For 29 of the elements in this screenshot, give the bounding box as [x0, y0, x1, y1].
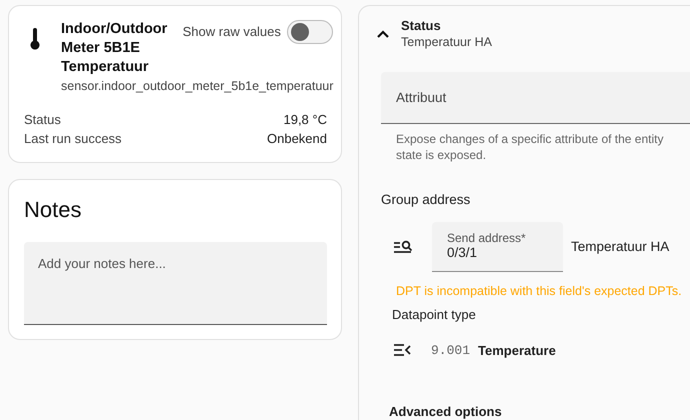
entity-name: Temperatuur: [61, 58, 150, 77]
warning-text: DPT is incompatible with this field's expected DPTs.: [396, 283, 683, 300]
panel-title: Status: [401, 18, 442, 34]
attribute-value: 19,8 °C: [283, 110, 327, 129]
list-arrow-icon[interactable]: [393, 343, 411, 358]
toggle-label: Show raw values: [182, 23, 281, 41]
toggle-switch[interactable]: [287, 20, 334, 44]
entity-id: sensor.indoor_outdoor_meter_5b1e_temperatuur: [61, 78, 334, 95]
entity-name: Meter 5B1E: [61, 39, 141, 58]
thermometer-icon: [30, 28, 40, 50]
dpt-name: Temperature: [478, 342, 556, 360]
attribute-label: Last run success: [24, 130, 122, 148]
helper-text: Expose changes of a specific attribute of the entity: [395, 131, 664, 147]
list-search-icon[interactable]: [393, 240, 413, 254]
chevron-up-icon[interactable]: [377, 30, 389, 38]
helper-text: state is exposed.: [395, 147, 488, 163]
panel-subtitle: Temperatuur HA: [401, 34, 492, 50]
entity-name: Indoor/Outdoor: [61, 20, 168, 39]
dpt-code: 9.001: [431, 342, 470, 360]
section-label: Group address: [381, 191, 472, 209]
attribute-field[interactable]: Attribuut: [381, 72, 690, 124]
attribute-value: Onbekend: [267, 130, 327, 148]
group-address-name: Temperatuur HA: [571, 238, 670, 256]
send-address-field[interactable]: Send address* 0/3/1: [432, 222, 563, 272]
notes-field[interactable]: Add your notes here...: [24, 242, 327, 325]
attribute-label: Status: [24, 110, 61, 129]
card-title: Notes: [24, 196, 82, 224]
advanced-options-toggle[interactable]: Advanced options: [389, 402, 502, 420]
section-label: Datapoint type: [392, 306, 477, 324]
